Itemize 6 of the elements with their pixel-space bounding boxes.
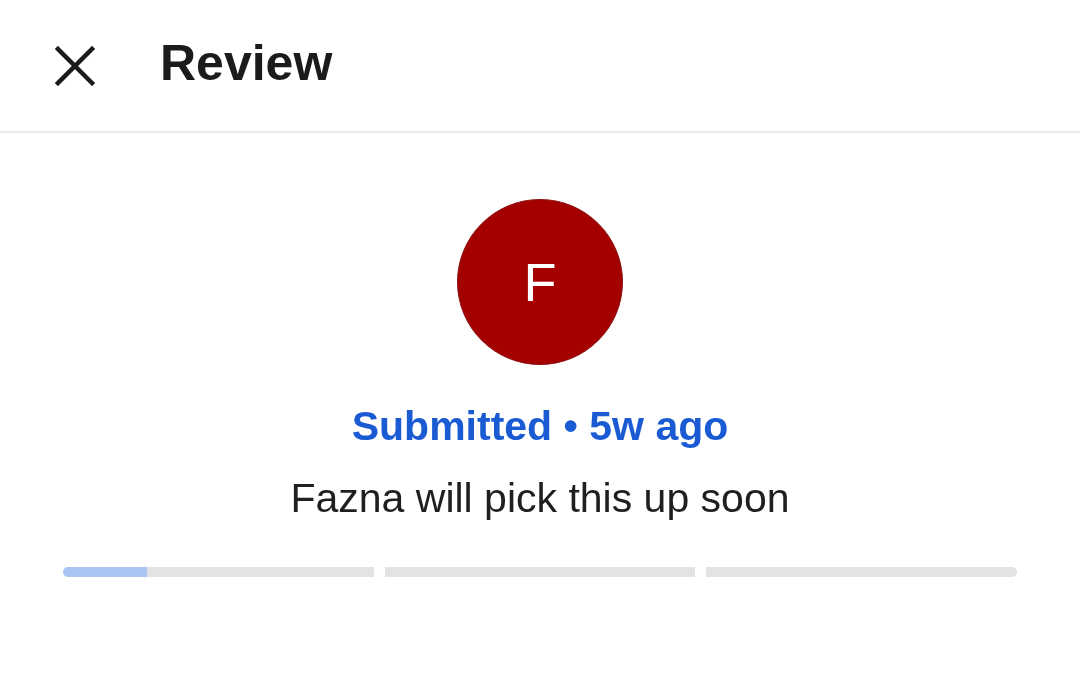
status-text: Submitted • 5w ago bbox=[351, 402, 729, 451]
avatar: F bbox=[457, 199, 623, 365]
screen-title: Review bbox=[160, 33, 333, 92]
close-icon bbox=[55, 45, 95, 86]
status-message: Fazna will pick this up soon bbox=[290, 474, 790, 523]
close-button[interactable] bbox=[55, 45, 95, 86]
